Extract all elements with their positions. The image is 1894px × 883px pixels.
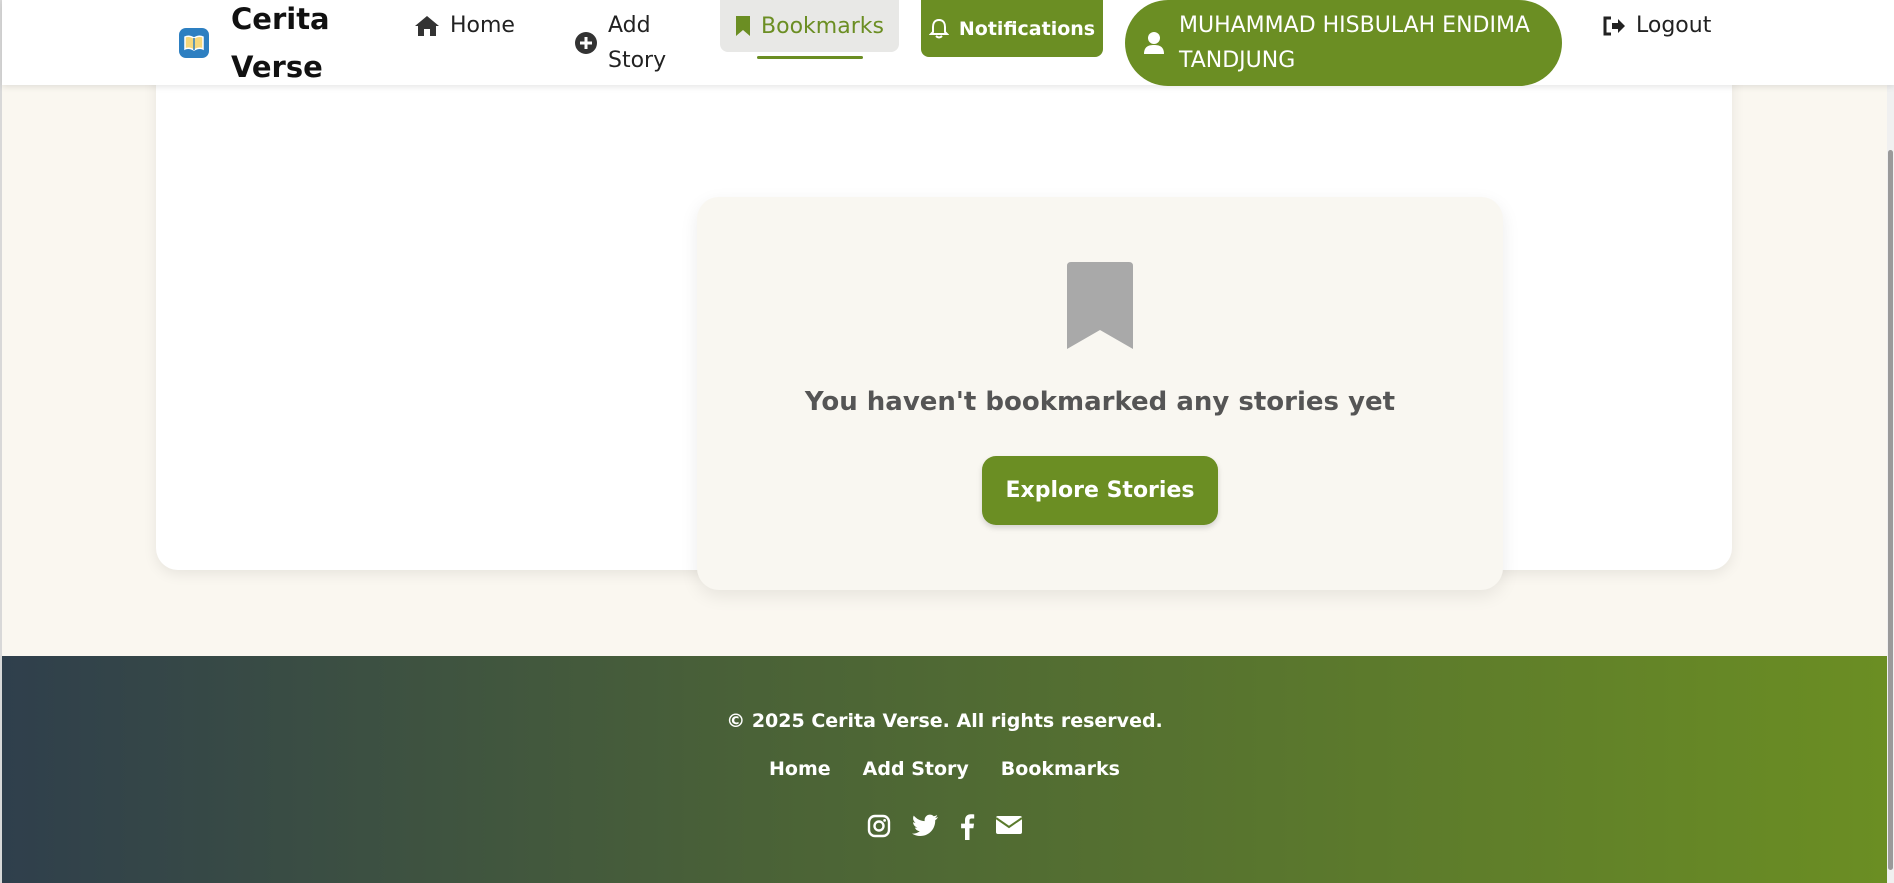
brand[interactable]: Cerita Verse (179, 0, 331, 85)
plus-circle-icon (574, 31, 598, 55)
open-book-icon (179, 27, 209, 58)
footer-link-add-story[interactable]: Add Story (863, 758, 969, 780)
active-tab-underline (757, 56, 863, 59)
footer-links: Home Add Story Bookmarks (2, 758, 1887, 780)
user-name: MUHAMMAD HISBULAH ENDIMA TANDJUNG (1179, 13, 1530, 73)
nav-add-story-label: Add Story (608, 13, 667, 73)
home-icon (414, 15, 440, 37)
nav-logout[interactable]: Logout (1602, 8, 1711, 43)
copyright-text: © 2025 Cerita Verse. All rights reserved… (726, 710, 1163, 732)
bookmark-icon (735, 15, 751, 37)
instagram-icon[interactable] (867, 814, 891, 840)
facebook-icon[interactable] (959, 814, 975, 840)
twitter-icon[interactable] (911, 814, 939, 840)
user-icon (1143, 31, 1165, 55)
bell-icon (928, 18, 949, 40)
empty-state-message: You haven't bookmarked any stories yet (804, 387, 1396, 417)
nav-home[interactable]: Home (414, 8, 515, 43)
logout-icon (1602, 16, 1626, 36)
social-links (2, 814, 1887, 840)
envelope-icon[interactable] (994, 814, 1023, 840)
user-profile-button[interactable]: MUHAMMAD HISBULAH ENDIMA TANDJUNG (1125, 0, 1562, 86)
nav-home-label: Home (450, 13, 515, 38)
top-navbar: Cerita Verse Home Add Story Bookmarks No… (2, 0, 1894, 86)
bookmarks-panel: You haven't bookmarked any stories yet E… (156, 70, 1732, 590)
nav-bookmarks[interactable]: Bookmarks (720, 0, 899, 59)
bookmark-placeholder-icon (1067, 262, 1133, 353)
nav-logout-label: Logout (1636, 13, 1712, 38)
empty-state-card: You haven't bookmarked any stories yet E… (697, 197, 1503, 590)
notifications-button[interactable]: Notifications (921, 0, 1103, 57)
nav-bookmarks-label: Bookmarks (761, 13, 884, 39)
nav-add-story[interactable]: Add Story (574, 8, 668, 78)
footer-link-home[interactable]: Home (769, 758, 831, 780)
footer: © 2025 Cerita Verse. All rights reserved… (2, 656, 1887, 883)
explore-stories-button[interactable]: Explore Stories (982, 456, 1218, 525)
notifications-label: Notifications (958, 17, 1096, 40)
scrollbar-thumb[interactable] (1888, 150, 1893, 870)
footer-link-bookmarks[interactable]: Bookmarks (1001, 758, 1120, 780)
brand-name: Cerita Verse (231, 1, 330, 84)
